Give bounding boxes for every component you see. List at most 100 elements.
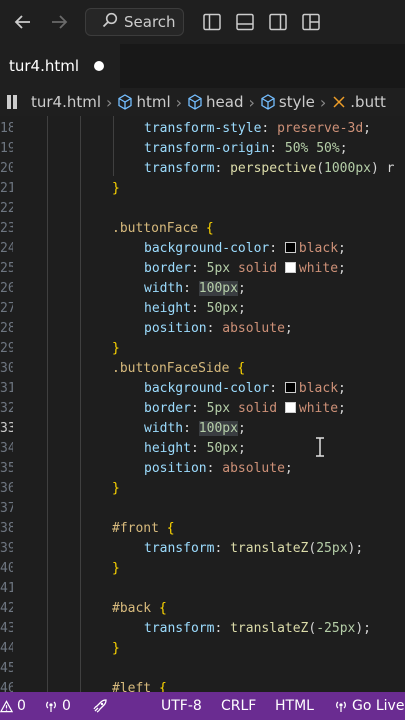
line-number: 30 [0,361,13,376]
code-line[interactable]: 40} [0,559,405,579]
breadcrumb-label: tur4.html [31,93,102,111]
line-number: 44 [0,641,13,656]
code-line[interactable]: 46 #left { [0,679,405,692]
code-line[interactable]: 41 [0,579,405,599]
customize-layout-icon[interactable] [299,10,323,34]
eol-label: CRLF [221,698,257,714]
code-line[interactable]: 23 .buttonFace { [0,219,405,239]
code-line[interactable]: 26 width: 100px; [0,279,405,299]
chevron-right-icon: › [106,92,113,112]
code-text: position: absolute; [144,321,293,336]
code-text: height: 50px; [144,441,246,456]
code-text: } [112,341,120,356]
line-number: 23 [0,221,13,236]
code-text: } [112,641,120,656]
code-line[interactable]: 28 position: absolute; [0,319,405,339]
warnings-count: 0 [17,698,26,714]
accounts-item[interactable] [92,692,108,720]
line-number: 18 [0,121,13,136]
line-number: 22 [0,201,13,216]
code-text: transform-style: preserve-3d; [144,121,371,136]
code-line[interactable]: 42 #back { [0,599,405,619]
code-line[interactable]: 36} [0,479,405,499]
eol-indicator[interactable]: CRLF [221,692,256,720]
problems-warnings[interactable]: 0 [0,692,26,720]
code-line[interactable]: 33 width: 100px; [0,419,405,439]
breadcrumb-item-html[interactable]: html [117,93,171,111]
color-swatch[interactable] [284,262,296,273]
breadcrumb-item-head[interactable]: head [187,93,243,111]
go-live-button[interactable]: Go Live [334,692,404,720]
ports-indicator[interactable]: 0 [44,692,71,720]
code-line[interactable]: 21} [0,179,405,199]
code-text: border: 5px solid white; [144,401,346,416]
code-line[interactable]: 22 [0,199,405,219]
code-line[interactable]: 24 background-color: black; [0,239,405,259]
code-editor[interactable]: 18 transform-style: preserve-3d; 19 transfo… [0,116,405,692]
code-line[interactable]: 43 transform: translateZ(-25px); [0,619,405,639]
breadcrumb-item-style[interactable]: style [260,93,315,111]
code-line[interactable]: 39 transform: translateZ(25px); [0,539,405,559]
code-line[interactable]: 31 background-color: black; [0,379,405,399]
line-number: 24 [0,241,13,256]
code-line[interactable]: 18 transform-style: preserve-3d; [0,119,405,139]
broadcast-icon [336,701,346,712]
line-number: 41 [0,581,13,596]
toggle-primary-sidebar-icon[interactable] [200,10,224,34]
code-text: width: 100px; [144,281,246,296]
go-live-label: Go Live [352,698,405,714]
color-swatch[interactable] [284,402,296,413]
code-line[interactable]: 19 transform-origin: 50% 50%; [0,139,405,159]
color-swatch[interactable] [284,242,296,253]
breadcrumb-label: head [206,93,244,111]
breadcrumb-label: style [278,93,315,111]
code-line[interactable]: 29} [0,339,405,359]
code-text: transform-origin: 50% 50%; [144,141,348,156]
rocket-icon [93,699,107,713]
line-number: 29 [0,341,13,356]
code-line[interactable]: 25 border: 5px solid white; [0,259,405,279]
code-line[interactable]: 38 #front { [0,519,405,539]
code-line[interactable]: 30 .buttonFaceSide { [0,359,405,379]
breadcrumb-item-selector[interactable]: .butt [331,93,386,111]
line-number: 43 [0,621,13,636]
code-text: background-color: black; [144,241,346,256]
code-line[interactable]: 45 [0,659,405,679]
encoding-label: UTF-8 [161,698,202,714]
line-number: 28 [0,321,13,336]
search-icon [102,12,118,32]
code-text: #back { [112,601,167,616]
file-icon [7,95,17,109]
back-arrow-icon[interactable] [10,9,36,35]
tab-tur4-html[interactable]: tur4.html [0,44,120,88]
unsaved-dot-icon[interactable] [94,61,104,71]
status-bar: 0 0 UTF-8 CRLF HTML Go Live [0,692,405,720]
code-line[interactable]: 44} [0,639,405,659]
code-line[interactable]: 35 position: absolute; [0,459,405,479]
code-line[interactable]: 32 border: 5px solid white; [0,399,405,419]
code-line[interactable]: 20 transform: perspective(1000px) r [0,159,405,179]
code-text: #front { [112,521,175,536]
breadcrumb-label: .butt [350,93,386,111]
command-center-search[interactable]: Search [85,8,184,36]
forward-arrow-icon[interactable] [46,9,72,35]
code-line[interactable]: 27 height: 50px; [0,299,405,319]
line-number: 32 [0,401,13,416]
toggle-panel-icon[interactable] [233,10,257,34]
code-text: } [112,561,120,576]
code-text: position: absolute; [144,461,293,476]
code-text: transform: perspective(1000px) r [144,161,395,176]
color-swatch[interactable] [284,382,296,393]
toggle-secondary-sidebar-icon[interactable] [266,10,290,34]
line-number: 42 [0,601,13,616]
code-text: transform: translateZ(25px); [144,541,364,556]
line-number: 35 [0,461,13,476]
breadcrumb-item-file[interactable]: tur4.html [6,93,101,111]
language-mode[interactable]: HTML [275,692,314,720]
chevron-right-icon: › [248,92,255,112]
code-line[interactable]: 34 height: 50px; [0,439,405,459]
title-bar: Search [0,0,405,44]
code-text: background-color: black; [144,381,346,396]
code-line[interactable]: 37 [0,499,405,519]
encoding-indicator[interactable]: UTF-8 [161,692,202,720]
